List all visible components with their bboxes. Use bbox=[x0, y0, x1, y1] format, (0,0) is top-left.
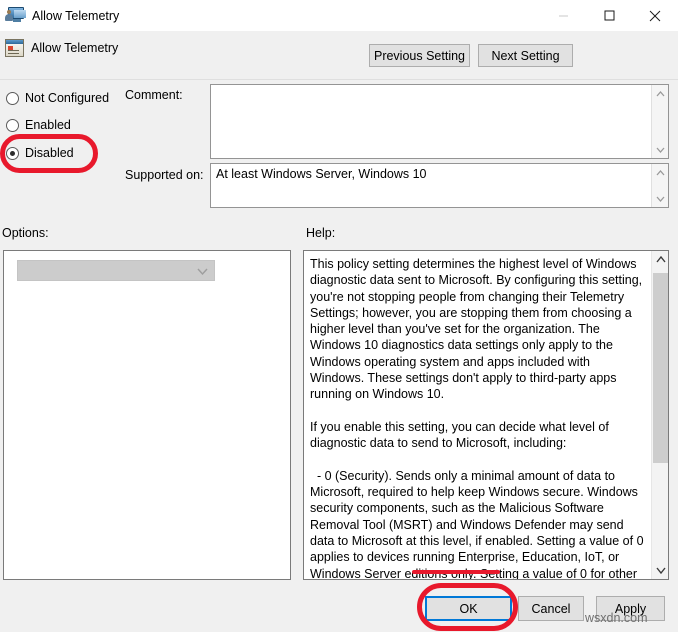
help-scrollbar-thumb[interactable] bbox=[653, 273, 668, 463]
chevron-up-icon[interactable] bbox=[652, 251, 668, 268]
policy-header: Allow Telemetry bbox=[0, 31, 678, 80]
chevron-up-icon[interactable] bbox=[652, 85, 668, 102]
group-policy-setting-icon bbox=[5, 39, 24, 57]
radio-enabled[interactable]: Enabled bbox=[6, 116, 71, 134]
help-panel: This policy setting determines the highe… bbox=[303, 250, 669, 580]
supported-on-scrollbar[interactable] bbox=[651, 164, 668, 207]
chevron-down-icon bbox=[197, 264, 208, 278]
radio-not-configured-label: Not Configured bbox=[25, 91, 110, 105]
watermark: wsxdn.com bbox=[585, 611, 648, 625]
radio-enabled-mark bbox=[6, 118, 19, 132]
help-label: Help: bbox=[306, 226, 336, 240]
radio-disabled-label: Disabled bbox=[25, 146, 74, 160]
help-text: This policy setting determines the highe… bbox=[310, 257, 644, 580]
options-label: Options: bbox=[2, 226, 49, 240]
minimize-icon[interactable] bbox=[540, 0, 586, 31]
radio-not-configured[interactable]: Not Configured bbox=[6, 89, 109, 107]
state-and-comment-section: Not Configured Enabled Disabled Comment:… bbox=[0, 80, 678, 216]
comment-scrollbar[interactable] bbox=[651, 85, 668, 158]
telemetry-level-dropdown[interactable] bbox=[17, 260, 215, 281]
comment-input[interactable] bbox=[210, 84, 669, 159]
window-title: Allow Telemetry bbox=[32, 8, 120, 23]
radio-not-configured-mark bbox=[6, 91, 19, 105]
policy-name: Allow Telemetry bbox=[31, 41, 119, 55]
chevron-down-icon[interactable] bbox=[652, 562, 668, 579]
window-icon bbox=[5, 7, 26, 24]
supported-on-value: At least Windows Server, Windows 10 bbox=[216, 167, 427, 181]
window-titlebar: Allow Telemetry bbox=[0, 0, 678, 31]
help-scrollbar[interactable] bbox=[651, 251, 668, 579]
ok-button[interactable]: OK bbox=[425, 596, 512, 621]
window-controls bbox=[540, 0, 678, 31]
comment-label: Comment: bbox=[125, 88, 183, 102]
radio-enabled-label: Enabled bbox=[25, 118, 71, 132]
options-panel bbox=[3, 250, 291, 580]
close-icon[interactable] bbox=[632, 0, 678, 31]
cancel-button[interactable]: Cancel bbox=[518, 596, 584, 621]
maximize-icon[interactable] bbox=[586, 0, 632, 31]
radio-disabled[interactable]: Disabled bbox=[6, 144, 74, 162]
supported-on-label: Supported on: bbox=[125, 168, 204, 182]
radio-disabled-mark bbox=[6, 146, 19, 160]
chevron-down-icon[interactable] bbox=[652, 190, 668, 207]
chevron-down-icon[interactable] bbox=[652, 141, 668, 158]
chevron-up-icon[interactable] bbox=[652, 164, 668, 181]
supported-on-input[interactable]: At least Windows Server, Windows 10 bbox=[210, 163, 669, 208]
next-setting-button[interactable]: Next Setting bbox=[478, 44, 573, 67]
previous-setting-button[interactable]: Previous Setting bbox=[369, 44, 470, 67]
